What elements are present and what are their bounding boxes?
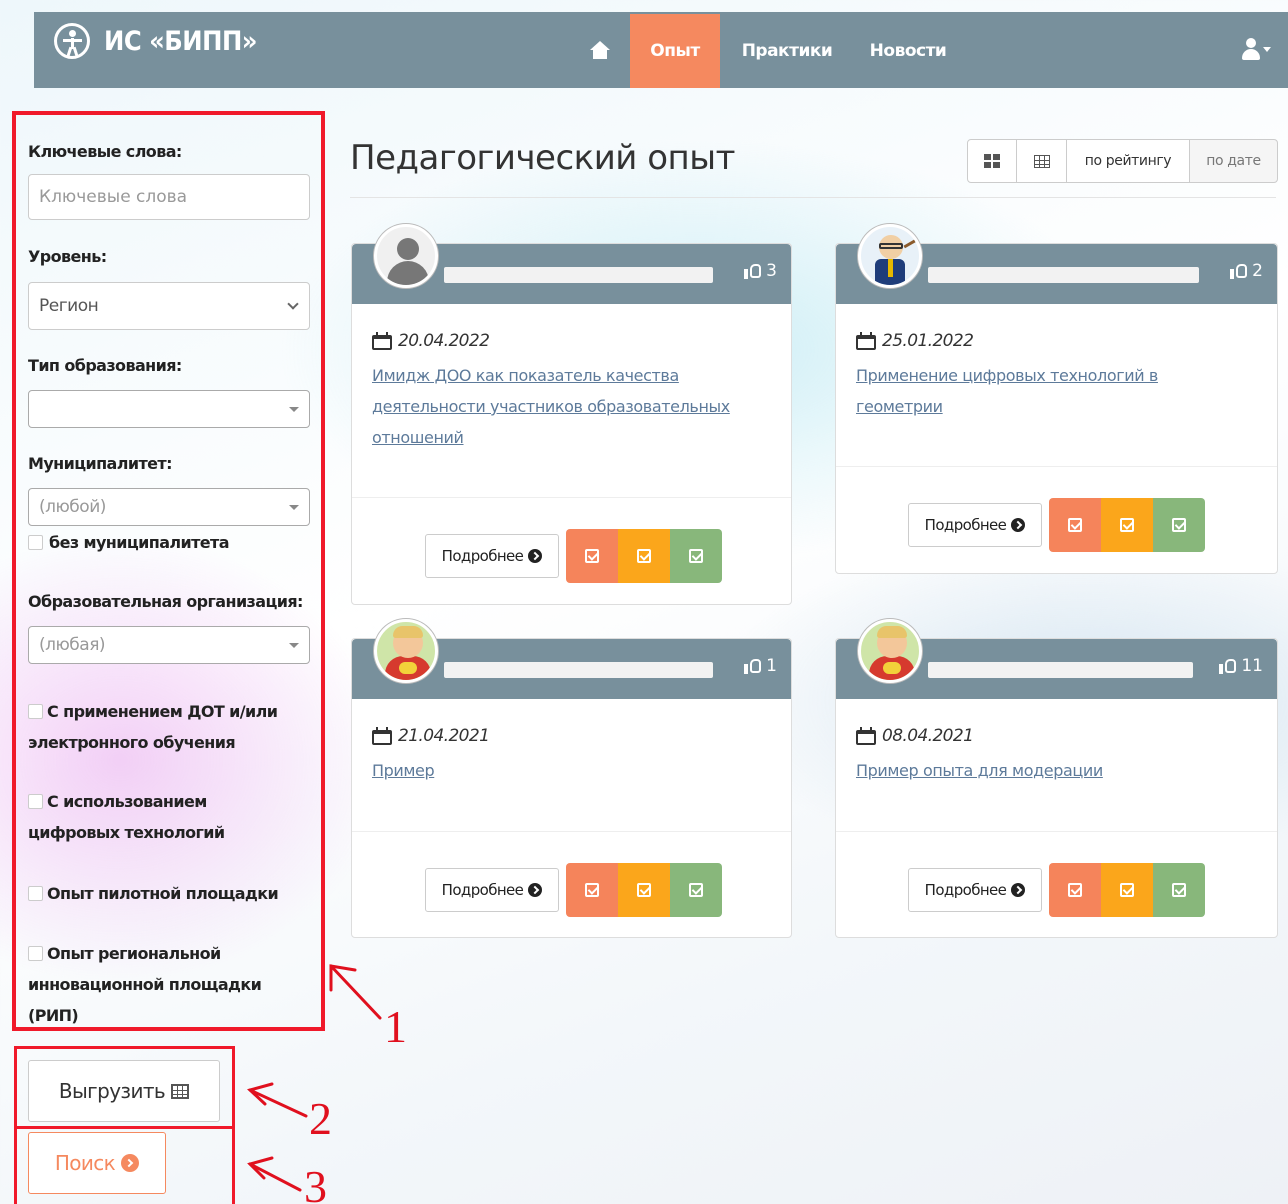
arrow-3-line	[248, 1162, 302, 1192]
annotation-number-2: 2	[309, 1093, 332, 1144]
annotation-number-1: 1	[384, 1001, 407, 1052]
arrow-2-line	[248, 1088, 308, 1118]
annotation-number-3: 3	[304, 1161, 327, 1204]
annotation-arrows	[247, 964, 382, 1192]
arrow-1-line	[329, 964, 382, 1020]
